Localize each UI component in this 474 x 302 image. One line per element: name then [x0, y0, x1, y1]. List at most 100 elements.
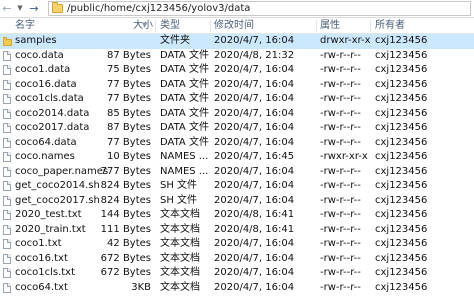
file-modified: 2020/4/8, 21:32 — [214, 49, 295, 61]
file-row[interactable]: coco16.txt 672 Bytes 文本文档 2020/4/7, 16:04 -r… — [0, 252, 474, 267]
file-modified: 2020/4/7, 16:04 — [214, 267, 295, 278]
file-modified: 2020/4/7, 16:04 — [214, 64, 295, 75]
file-row[interactable]: coco1.data 75 Bytes DATA 文件 2020/4/7, 16:04… — [0, 63, 474, 78]
file-size: 77 Bytes — [107, 93, 151, 104]
file-row[interactable]: coco64.txt 3KB 文本文档 2020/4/7, 16:04 -rw-r--r… — [0, 281, 474, 296]
file-owner: cxj123456 — [375, 267, 428, 278]
file-row[interactable]: coco1.txt 42 Bytes 文本文档 2020/4/7, 16:04 -rw-… — [0, 237, 474, 252]
file-attributes: -rw-r--r-- — [320, 122, 361, 133]
file-modified: 2020/4/7, 16:04 — [214, 180, 295, 191]
file-modified: 2020/4/7, 16:04 — [214, 122, 295, 133]
file-size: 777 Bytes — [100, 165, 151, 177]
forward-arrow-icon[interactable]: → — [28, 0, 40, 17]
file-type: 文本文档 — [160, 209, 200, 220]
back-history-dropdown[interactable]: ▼ — [14, 0, 26, 17]
file-size: 42 Bytes — [107, 238, 151, 249]
file-row[interactable]: get_coco2017.sh 824 Bytes SH 文件 2020/4/7, 1… — [0, 194, 474, 209]
file-row[interactable]: coco.data 87 Bytes DATA 文件 2020/4/8, 21:32-… — [0, 49, 474, 64]
file-size: 87 Bytes — [107, 122, 151, 133]
file-owner: cxj123456 — [375, 64, 428, 75]
file-modified: 2020/4/7, 16:04 — [214, 238, 295, 249]
chevron-down-icon: ▼ — [17, 4, 23, 12]
file-attributes: -rw-r--r-- — [320, 93, 361, 104]
path-input[interactable]: /public/home/cxj123456/yolov3/data — [48, 1, 471, 16]
file-attributes: -rw-r--r-- — [320, 64, 361, 75]
file-type: 文本文档 — [160, 238, 200, 249]
file-size: 824 Bytes — [100, 180, 151, 191]
file-type: 文本文档 — [160, 281, 200, 293]
toolbar: ← ▼ → /public/home/cxj123456/yolov3/data — [0, 0, 474, 18]
file-attributes: -rw-r--r-- — [320, 209, 361, 220]
column-divider[interactable] — [316, 20, 317, 32]
column-header-attributes[interactable]: 属性 — [320, 18, 340, 33]
file-size: 85 Bytes — [107, 107, 151, 119]
file-icon — [3, 239, 11, 249]
column-header-modified[interactable]: 修改时间 — [214, 18, 254, 33]
file-type: SH 文件 — [160, 194, 198, 206]
file-icon — [3, 123, 11, 133]
file-row[interactable]: coco16.data 77 Bytes DATA 文件 2020/4/7, 16:0… — [0, 78, 474, 93]
file-row[interactable]: coco2014.data 85 Bytes DATA 文件 2020/4/7, 16… — [0, 107, 474, 122]
file-type: DATA 文件 — [160, 107, 209, 119]
file-owner: cxj123456 — [375, 35, 428, 46]
file-owner: cxj123456 — [375, 151, 428, 162]
file-attributes: -rw-r--r-- — [320, 223, 361, 235]
file-row[interactable]: 2020_test.txt 144 Bytes 文本文档 2020/4/8, 16:4… — [0, 208, 474, 223]
column-header-name[interactable]: 名字 — [15, 18, 35, 33]
file-icon — [3, 50, 11, 61]
column-header-type[interactable]: 类型 — [160, 18, 180, 33]
file-row[interactable]: coco1cls.txt 672 Bytes 文本文档 2020/4/7, 16:04… — [0, 266, 474, 281]
file-size: 3KB — [131, 281, 151, 293]
file-modified: 2020/4/7, 16:04 — [214, 78, 295, 90]
file-row[interactable]: 2020_train.txt 111 Bytes 文本文档 2020/4/8, 16:… — [0, 223, 474, 238]
file-row[interactable]: coco2017.data 87 Bytes DATA 文件 2020/4/7, 16… — [0, 121, 474, 136]
file-modified: 2020/4/7, 16:04 — [214, 281, 295, 293]
file-type: 文本文档 — [160, 252, 200, 264]
file-size: 75 Bytes — [107, 64, 151, 75]
file-icon — [3, 253, 11, 264]
file-size: 672 Bytes — [100, 267, 151, 278]
file-type: DATA 文件 — [160, 122, 209, 133]
file-row[interactable]: coco.names 10 Bytes NAMES ... 2020/4/7, 16:… — [0, 150, 474, 165]
file-row[interactable]: get_coco2014.sh 824 Bytes SH 文件 2020/4/7, 1… — [0, 179, 474, 194]
file-owner: cxj123456 — [375, 78, 428, 90]
column-divider[interactable] — [370, 20, 371, 32]
file-owner: cxj123456 — [375, 165, 428, 177]
column-header-owner[interactable]: 所有者 — [375, 18, 405, 33]
file-row[interactable]: coco1cls.data 77 Bytes DATA 文件 2020/4/7, 16… — [0, 92, 474, 107]
file-icon — [3, 210, 11, 220]
file-attributes: -rw-r--r-- — [320, 49, 361, 61]
file-owner: cxj123456 — [375, 238, 428, 249]
file-modified: 2020/4/8, 16:41 — [214, 223, 295, 235]
file-attributes: -rwxr-xr-x — [320, 151, 368, 162]
file-size: 87 Bytes — [107, 49, 151, 61]
file-type: NAMES ... — [160, 151, 209, 162]
column-divider[interactable] — [155, 20, 156, 32]
column-divider[interactable] — [210, 20, 211, 32]
file-icon — [3, 79, 11, 90]
file-row[interactable]: coco64.data 77 Bytes DATA 文件 2020/4/7, 16:0… — [0, 136, 474, 151]
back-arrow-icon[interactable]: ← — [1, 0, 13, 17]
file-type: DATA 文件 — [160, 93, 209, 104]
file-size: 77 Bytes — [107, 78, 151, 90]
file-size: 111 Bytes — [100, 223, 151, 235]
file-owner: cxj123456 — [375, 194, 428, 206]
file-row[interactable]: samples 文件夹 2020/4/7, 16:04 drwxr-xr-x cxj12… — [0, 34, 474, 49]
file-type: DATA 文件 — [160, 136, 209, 148]
file-icon — [3, 224, 11, 235]
file-attributes: -rw-r--r-- — [320, 238, 361, 249]
file-owner: cxj123456 — [375, 223, 428, 235]
file-list: samples 文件夹 2020/4/7, 16:04 drwxr-xr-x cxj12… — [0, 34, 474, 295]
file-owner: cxj123456 — [375, 180, 428, 191]
file-icon — [3, 137, 11, 148]
file-type: DATA 文件 — [160, 49, 209, 61]
file-row[interactable]: coco_paper.names 777 Bytes NAMES ... 2020/4… — [0, 165, 474, 180]
sort-descending-icon: ▼ — [142, 21, 148, 29]
file-modified: 2020/4/7, 16:04 — [214, 136, 295, 148]
file-attributes: -rw-r--r-- — [320, 281, 361, 293]
file-owner: cxj123456 — [375, 49, 428, 61]
file-attributes: -rw-r--r-- — [320, 252, 361, 264]
file-icon — [3, 268, 11, 278]
file-size: 144 Bytes — [100, 209, 151, 220]
file-modified: 2020/4/7, 16:04 — [214, 252, 295, 264]
